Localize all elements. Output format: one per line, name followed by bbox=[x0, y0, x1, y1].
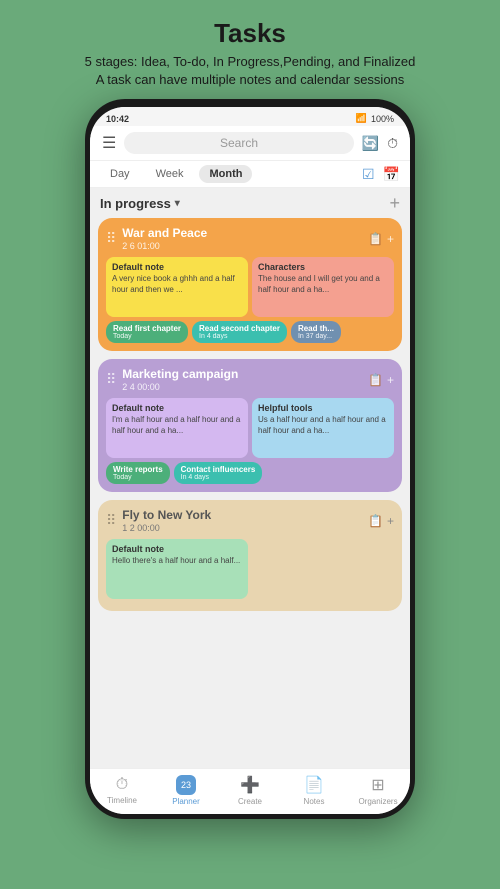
section-title: In progress ▾ bbox=[100, 196, 180, 211]
create-icon: ➕ bbox=[240, 775, 260, 795]
calendar-icon[interactable]: 📅 bbox=[383, 166, 400, 183]
task-title-3: Fly to New York bbox=[122, 508, 211, 522]
status-bar: 10:42 📶 100% bbox=[90, 107, 410, 126]
task-info-1: War and Peace 2 6 01:00 bbox=[122, 226, 207, 251]
tab-action-icons: ☑ 📅 bbox=[362, 166, 400, 183]
search-input[interactable]: Search bbox=[124, 132, 353, 154]
signal-icon: 📶 bbox=[356, 113, 367, 124]
planner-label: Planner bbox=[172, 797, 200, 806]
top-icons: 🔄 ⏱ bbox=[362, 135, 398, 152]
note-card-default-1[interactable]: Default note A very nice book a ghhh and… bbox=[106, 257, 248, 317]
task-card-marketing: ⠿ Marketing campaign 2 4 00:00 📋 + Defau… bbox=[98, 359, 402, 492]
calendar-check-icon[interactable]: ☑ bbox=[362, 166, 375, 183]
note-card-helpful-tools[interactable]: Helpful tools Us a half hour and a half … bbox=[252, 398, 394, 458]
nav-item-organizers[interactable]: ⊞ Organizers bbox=[353, 775, 403, 806]
organizers-icon: ⊞ bbox=[371, 775, 384, 795]
menu-icon[interactable]: ☰ bbox=[102, 133, 116, 153]
bottom-nav: ⏱ Timeline 23 Planner ➕ Create 📄 Notes ⊞… bbox=[90, 768, 410, 814]
task-card-war-and-peace: ⠿ War and Peace 2 6 01:00 📋 + Default no… bbox=[98, 218, 402, 351]
note-card-default-2[interactable]: Default note I'm a half hour and a half … bbox=[106, 398, 248, 458]
session-chip-write-reports[interactable]: Write reports Today bbox=[106, 462, 170, 484]
add-task-button[interactable]: + bbox=[389, 194, 400, 212]
copy-icon-3[interactable]: 📋 bbox=[368, 514, 383, 528]
battery-text: 100% bbox=[371, 114, 394, 124]
timeline-icon: ⏱ bbox=[116, 776, 128, 794]
drag-handle-icon-2[interactable]: ⠿ bbox=[106, 371, 116, 388]
note-card-default-3[interactable]: Default note Hello there's a half hour a… bbox=[106, 539, 248, 599]
session-chip-read-third[interactable]: Read th... In 37 day... bbox=[291, 321, 341, 343]
page-subtitle: 5 stages: Idea, To-do, In Progress,Pendi… bbox=[20, 53, 480, 89]
nav-item-notes[interactable]: 📄 Notes bbox=[289, 775, 339, 806]
tab-day[interactable]: Day bbox=[100, 165, 140, 183]
task-card-header-1: ⠿ War and Peace 2 6 01:00 📋 + bbox=[106, 226, 394, 251]
tab-week[interactable]: Week bbox=[146, 165, 194, 183]
sessions-row-2: Write reports Today Contact influencers … bbox=[106, 462, 394, 484]
task-info-3: Fly to New York 1 2 00:00 bbox=[122, 508, 211, 533]
status-time: 10:42 bbox=[106, 114, 129, 124]
drag-handle-icon[interactable]: ⠿ bbox=[106, 230, 116, 247]
task-meta-2: 2 4 00:00 bbox=[122, 382, 238, 392]
task-actions-2: 📋 + bbox=[368, 373, 394, 387]
task-card-header-3: ⠿ Fly to New York 1 2 00:00 📋 + bbox=[106, 508, 394, 533]
nav-item-planner[interactable]: 23 Planner bbox=[161, 775, 211, 806]
task-actions-3: 📋 + bbox=[368, 514, 394, 528]
task-add-icon-3[interactable]: + bbox=[387, 514, 394, 528]
notes-icon: 📄 bbox=[304, 775, 324, 795]
task-title-row-2: ⠿ Marketing campaign 2 4 00:00 bbox=[106, 367, 238, 392]
page-header: Tasks 5 stages: Idea, To-do, In Progress… bbox=[0, 0, 500, 99]
tab-bar: Day Week Month ☑ 📅 bbox=[90, 161, 410, 188]
section-header: In progress ▾ + bbox=[98, 194, 402, 212]
copy-icon-2[interactable]: 📋 bbox=[368, 373, 383, 387]
task-title-row-1: ⠿ War and Peace 2 6 01:00 bbox=[106, 226, 207, 251]
copy-icon[interactable]: 📋 bbox=[368, 232, 383, 246]
task-card-fly-newyork: ⠿ Fly to New York 1 2 00:00 📋 + Default … bbox=[98, 500, 402, 611]
session-chip-read-first[interactable]: Read first chapter Today bbox=[106, 321, 188, 343]
task-title-1: War and Peace bbox=[122, 226, 207, 240]
notes-grid-2: Default note I'm a half hour and a half … bbox=[106, 398, 394, 458]
task-title-row-3: ⠿ Fly to New York 1 2 00:00 bbox=[106, 508, 211, 533]
task-add-icon-2[interactable]: + bbox=[387, 373, 394, 387]
session-chip-contact-influencers[interactable]: Contact influencers In 4 days bbox=[174, 462, 263, 484]
notes-label: Notes bbox=[304, 797, 325, 806]
planner-icon: 23 bbox=[176, 775, 196, 795]
phone-screen: 10:42 📶 100% ☰ Search 🔄 ⏱ Day Week Month… bbox=[90, 107, 410, 814]
top-bar: ☰ Search 🔄 ⏱ bbox=[90, 126, 410, 161]
tab-month[interactable]: Month bbox=[199, 165, 252, 183]
note-card-characters[interactable]: Characters The house and I will get you … bbox=[252, 257, 394, 317]
status-right: 📶 100% bbox=[356, 113, 394, 124]
drag-handle-icon-3[interactable]: ⠿ bbox=[106, 512, 116, 529]
task-meta-3: 1 2 00:00 bbox=[122, 523, 211, 533]
nav-item-timeline[interactable]: ⏱ Timeline bbox=[97, 776, 147, 805]
phone-device: 10:42 📶 100% ☰ Search 🔄 ⏱ Day Week Month… bbox=[85, 99, 415, 819]
notes-grid-1: Default note A very nice book a ghhh and… bbox=[106, 257, 394, 317]
content-area: In progress ▾ + ⠿ War and Peace 2 6 01:0… bbox=[90, 188, 410, 768]
task-meta-1: 2 6 01:00 bbox=[122, 241, 207, 251]
timeline-label: Timeline bbox=[107, 796, 137, 805]
task-add-icon[interactable]: + bbox=[387, 232, 394, 246]
sessions-row-1: Read first chapter Today Read second cha… bbox=[106, 321, 394, 343]
create-label: Create bbox=[238, 797, 262, 806]
organizers-label: Organizers bbox=[358, 797, 397, 806]
task-actions-1: 📋 + bbox=[368, 232, 394, 246]
timer-icon[interactable]: ⏱ bbox=[387, 135, 398, 152]
notes-grid-3: Default note Hello there's a half hour a… bbox=[106, 539, 394, 599]
page-title: Tasks bbox=[20, 18, 480, 49]
nav-item-create[interactable]: ➕ Create bbox=[225, 775, 275, 806]
task-info-2: Marketing campaign 2 4 00:00 bbox=[122, 367, 238, 392]
dropdown-arrow-icon[interactable]: ▾ bbox=[175, 198, 180, 209]
task-title-2: Marketing campaign bbox=[122, 367, 238, 381]
refresh-icon[interactable]: 🔄 bbox=[362, 135, 379, 152]
session-chip-read-second[interactable]: Read second chapter In 4 days bbox=[192, 321, 287, 343]
task-card-header-2: ⠿ Marketing campaign 2 4 00:00 📋 + bbox=[106, 367, 394, 392]
